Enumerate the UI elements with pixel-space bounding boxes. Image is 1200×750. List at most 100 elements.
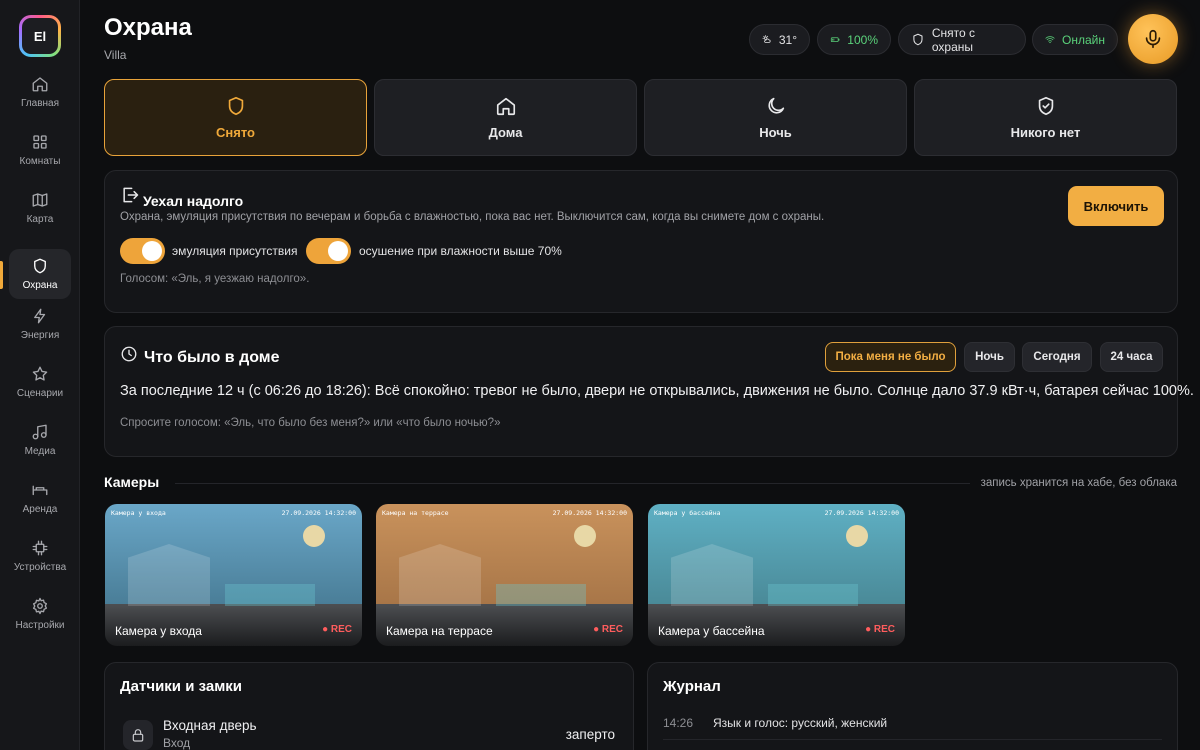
- voice-mic-button[interactable]: [1128, 14, 1178, 64]
- mode-night[interactable]: Ночь: [644, 79, 907, 156]
- logo-text: El: [22, 18, 58, 54]
- nav-item-scenarios[interactable]: Сценарии: [9, 357, 71, 407]
- microphone-icon: [1145, 29, 1161, 49]
- arm-status-text: Снято с охраны: [931, 25, 976, 54]
- sensor-location: Вход: [163, 736, 191, 750]
- weather-value: 31°: [778, 32, 797, 47]
- lock-icon: [132, 729, 144, 742]
- camera-osd-timestamp: 27.09.2026 14:32:00: [824, 509, 899, 517]
- nav-item-media[interactable]: Медиа: [9, 415, 71, 465]
- connection-chip[interactable]: Онлайн: [1032, 24, 1118, 55]
- bed-icon: [32, 485, 48, 496]
- camera-osd-name: Камера на террасе: [382, 509, 449, 517]
- rec-indicator: ● REC: [865, 624, 895, 635]
- wall-shape: [225, 584, 315, 606]
- wifi-icon: [1045, 36, 1055, 44]
- nav-item-home[interactable]: Главная: [9, 67, 71, 117]
- shield-icon: [34, 258, 46, 274]
- mode-label: Никого нет: [1010, 125, 1081, 140]
- page-subtitle: Villa: [104, 48, 127, 62]
- map-icon: [32, 193, 48, 207]
- presence-emulation-toggle[interactable]: [120, 238, 165, 264]
- battery-value: 100%: [847, 32, 878, 47]
- camera-osd-name: Камера у бассейна: [654, 509, 721, 517]
- wall-shape: [496, 584, 586, 606]
- bolt-icon: [34, 308, 46, 324]
- enable-away-button[interactable]: Включить: [1068, 186, 1164, 226]
- shield-icon: [228, 96, 243, 116]
- nav-label: Настройки: [15, 620, 65, 631]
- connection-text: Онлайн: [1062, 32, 1105, 47]
- camera-tile-pool[interactable]: Камера у бассейна 27.09.2026 14:32:00 Ка…: [648, 504, 905, 646]
- sun-cloud-icon: [762, 35, 771, 43]
- log-time: 14:26: [663, 716, 694, 730]
- page-title: Охрана: [104, 14, 192, 41]
- sidebar: El Главная Комнаты Карта Охрана Энергия …: [0, 0, 80, 750]
- nav-item-settings[interactable]: Настройки: [9, 589, 71, 639]
- history-summary: За последние 12 ч (с 06:26 до 18:26): Вс…: [120, 383, 1194, 399]
- nav-item-rental[interactable]: Аренда: [9, 473, 71, 523]
- battery-chip[interactable]: 100%: [817, 24, 891, 55]
- nav-label: Главная: [20, 98, 60, 109]
- battery-icon: [830, 37, 840, 43]
- sensors-panel: Датчики и замки Входная дверь Вход запер…: [104, 662, 634, 750]
- mode-disarmed[interactable]: Снято: [104, 79, 367, 156]
- camera-tile-entrance[interactable]: Камера у входа 27.09.2026 14:32:00 Камер…: [105, 504, 362, 646]
- mode-label: Ночь: [759, 125, 792, 140]
- nav-label: Карта: [26, 214, 54, 225]
- sun-shape: [574, 525, 596, 547]
- chip-icon: [32, 540, 48, 556]
- logout-icon: [123, 187, 139, 203]
- nav-item-rooms[interactable]: Комнаты: [9, 125, 71, 175]
- nav-label: Медиа: [24, 446, 56, 457]
- nav-label: Комнаты: [19, 156, 61, 167]
- camera-name: Камера у бассейна: [658, 624, 765, 638]
- camera-osd-name: Камера у входа: [111, 509, 166, 517]
- mode-nobody[interactable]: Никого нет: [914, 79, 1177, 156]
- wall-shape: [768, 584, 858, 606]
- camera-name: Камера у входа: [115, 624, 202, 638]
- dehumidify-toggle[interactable]: [306, 238, 351, 264]
- filter-24h[interactable]: 24 часа: [1100, 342, 1163, 372]
- filter-night[interactable]: Ночь: [964, 342, 1015, 372]
- journal-title: Журнал: [663, 678, 721, 695]
- camera-tile-terrace[interactable]: Камера на террасе 27.09.2026 14:32:00 Ка…: [376, 504, 633, 646]
- arm-status-chip[interactable]: Снято с охраны: [898, 24, 1026, 55]
- camera-osd-timestamp: 27.09.2026 14:32:00: [552, 509, 627, 517]
- history-card: Что было в доме Пока меня не было Ночь С…: [104, 326, 1194, 457]
- weather-chip[interactable]: 31°: [749, 24, 810, 55]
- nav-item-energy[interactable]: Энергия: [9, 299, 71, 349]
- sensor-name: Входная дверь: [163, 718, 257, 733]
- camera-osd-timestamp: 27.09.2026 14:32:00: [281, 509, 356, 517]
- log-text: Язык и голос: русский, женский: [713, 716, 888, 730]
- nav-label: Охрана: [22, 280, 58, 291]
- history-voice-hint: Спросите голосом: «Эль, что было без мен…: [120, 417, 501, 429]
- rec-indicator: ● REC: [322, 624, 352, 635]
- nav-item-security[interactable]: Охрана: [9, 249, 71, 299]
- away-title: Уехал надолго: [143, 193, 244, 209]
- active-nav-indicator: [0, 261, 3, 289]
- home-icon: [496, 97, 515, 116]
- filter-while-away[interactable]: Пока меня не было: [825, 342, 956, 372]
- grid-icon: [33, 135, 47, 149]
- shield-icon: [913, 33, 923, 46]
- sensor-state[interactable]: заперто: [566, 727, 615, 742]
- away-description: Охрана, эмуляция присутствия по вечерам …: [120, 211, 825, 223]
- nav-item-map[interactable]: Карта: [9, 183, 71, 233]
- nav-label: Устройства: [13, 562, 67, 573]
- rec-indicator: ● REC: [593, 624, 623, 635]
- sun-shape: [303, 525, 325, 547]
- gear-icon: [32, 597, 48, 615]
- home-icon: [32, 77, 48, 92]
- clock-icon: [121, 346, 137, 362]
- app-logo[interactable]: El: [19, 15, 61, 57]
- shield-check-icon: [1038, 96, 1053, 116]
- filter-today[interactable]: Сегодня: [1022, 342, 1092, 372]
- log-divider: [663, 739, 1162, 740]
- mode-home[interactable]: Дома: [374, 79, 637, 156]
- nav-item-devices[interactable]: Устройства: [9, 531, 71, 581]
- star-icon: [32, 366, 48, 381]
- moon-icon: [767, 97, 784, 114]
- away-card: Уехал надолго Охрана, эмуляция присутств…: [104, 170, 1178, 313]
- mode-label: Дома: [488, 125, 523, 140]
